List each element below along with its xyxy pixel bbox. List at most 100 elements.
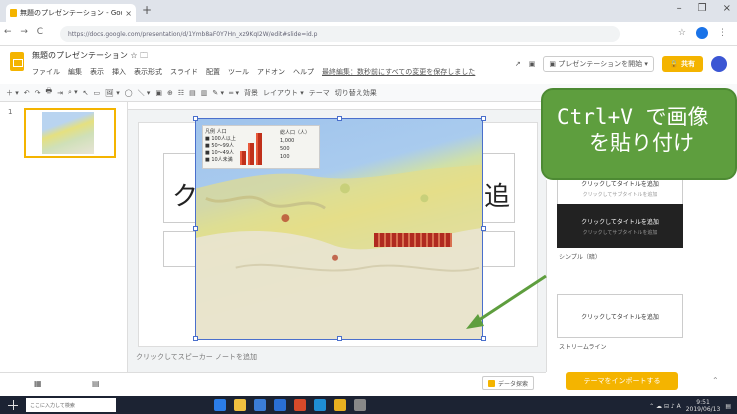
- toolbar-button[interactable]: 背景: [244, 88, 258, 98]
- maximize-button[interactable]: ❐: [698, 3, 707, 14]
- pasted-map-image[interactable]: 凡例 人口 ■ 100人以上 ■ 50～99人 ■ 10～49人 ■ 10人未満…: [195, 118, 483, 340]
- toolbar-button[interactable]: ▣: [155, 89, 162, 97]
- legend-scale-label: 1,000: [280, 138, 295, 144]
- grid-view-icon[interactable]: ▦: [34, 379, 42, 388]
- legend-scale-label: 100: [280, 154, 290, 160]
- theme-card[interactable]: クリックしてタイトルを追加: [557, 294, 683, 338]
- title-glyph-right: 追: [484, 182, 511, 212]
- notification-icon[interactable]: ▤: [725, 403, 731, 410]
- callout-line-2: を貼り付け: [589, 131, 694, 155]
- toolbar-button[interactable]: ═ ▾: [229, 89, 239, 97]
- toolbar-button[interactable]: ＋ ▾: [6, 88, 19, 98]
- taskbar-search-input[interactable]: ここに入力して検索: [26, 398, 116, 412]
- bookmark-star-icon[interactable]: ☆: [678, 28, 686, 38]
- close-window-button[interactable]: ×: [723, 3, 731, 14]
- slide-number: 1: [8, 108, 13, 116]
- menu-item[interactable]: ツール: [228, 67, 249, 77]
- menu-item[interactable]: ヘルプ: [293, 67, 314, 77]
- office-icon[interactable]: [294, 399, 306, 411]
- address-bar-row: ← → C https://docs.google.com/presentati…: [0, 22, 737, 46]
- menu-item[interactable]: 表示形式: [134, 67, 162, 77]
- toolbar-button[interactable]: 🖶: [46, 87, 53, 98]
- toolbar-button[interactable]: ⌕ ▾: [68, 88, 78, 97]
- toolbar-button[interactable]: レイアウト ▾: [263, 88, 304, 98]
- resize-handle[interactable]: [337, 116, 342, 121]
- toolbar-button[interactable]: ✎ ▾: [212, 89, 224, 97]
- new-tab-button[interactable]: +: [142, 3, 152, 17]
- menu-item[interactable]: 挿入: [112, 67, 126, 77]
- theme-card[interactable]: クリックしてタイトルを追加 クリックしてサブタイトルを追加: [557, 204, 683, 248]
- toolbar-button[interactable]: ↷: [35, 89, 41, 97]
- legend-scale-label: 500: [280, 146, 290, 152]
- menu-item[interactable]: スライド: [170, 67, 198, 77]
- toolbar-button[interactable]: ☷: [178, 89, 184, 97]
- browser-tab[interactable]: 無題のプレゼンテーション - Google ス ×: [6, 4, 136, 22]
- minimize-button[interactable]: –: [677, 3, 682, 14]
- themes-panel: クリックしてタイトルを追加クリックしてサブタイトルを追加シンプル（明）クリックし…: [546, 166, 737, 372]
- scroll-up-icon[interactable]: ⌃: [712, 376, 719, 385]
- slides-logo-icon[interactable]: [10, 52, 24, 71]
- explorer-icon[interactable]: [234, 399, 246, 411]
- resize-handle[interactable]: [337, 336, 342, 341]
- explore-button[interactable]: データ探索: [482, 376, 535, 390]
- resize-handle[interactable]: [193, 116, 198, 121]
- toolbar-button[interactable]: 切り替え効果: [335, 88, 377, 98]
- import-theme-button[interactable]: テーマをインポートする: [566, 372, 678, 390]
- toolbar-button[interactable]: テーマ: [309, 88, 330, 98]
- menu-bar: ファイル 編集 表示 挿入 表示形式 スライド 配置 ツール アドオン ヘルプ 最終編集：数秒前にす…: [32, 67, 475, 77]
- speaker-notes-placeholder[interactable]: クリックしてスピーカー ノートを追加: [136, 352, 257, 362]
- toolbar-button[interactable]: ↶: [24, 89, 30, 97]
- slides-header: 無題のプレゼンテーション ☆ 🗀 ファイル 編集 表示 挿入 表示形式 スライド 配置 ツール…: [0, 46, 737, 84]
- chrome-icon[interactable]: [334, 399, 346, 411]
- comments-icon[interactable]: ▣: [529, 60, 536, 68]
- menu-item[interactable]: アドオン: [257, 67, 285, 77]
- toolbar-button[interactable]: ◯: [125, 89, 133, 97]
- mail-icon[interactable]: [274, 399, 286, 411]
- profile-avatar[interactable]: [696, 27, 708, 39]
- tab-close-icon[interactable]: ×: [125, 9, 136, 18]
- app-icon[interactable]: [354, 399, 366, 411]
- document-title[interactable]: 無題のプレゼンテーション ☆ 🗀: [32, 50, 148, 64]
- toolbar-button[interactable]: ＼ ▾: [138, 88, 151, 98]
- activity-icon[interactable]: ↗: [515, 60, 521, 68]
- menu-item[interactable]: 配置: [206, 67, 220, 77]
- toolbar-button[interactable]: 🖼 ▾: [105, 89, 120, 97]
- windows-taskbar: ここに入力して検索 ⌃ ☁ ⊟ ♪ A 9:51 2019/06/13 ▤: [0, 396, 737, 414]
- menu-item[interactable]: 編集: [68, 67, 82, 77]
- url-field[interactable]: https://docs.google.com/presentation/d/1…: [60, 26, 620, 42]
- menu-item[interactable]: 表示: [90, 67, 104, 77]
- toolbar-button[interactable]: ⇥: [57, 89, 63, 97]
- toolbar-button[interactable]: ▤: [189, 89, 196, 97]
- filmstrip-view-icon[interactable]: ▤: [92, 379, 100, 388]
- clock[interactable]: 9:51 2019/06/13: [686, 399, 721, 413]
- resize-handle[interactable]: [481, 336, 486, 341]
- last-edit-link[interactable]: 最終編集：数秒前にすべての変更を保存しました: [322, 67, 475, 77]
- toolbar-button[interactable]: ▭: [94, 89, 101, 97]
- user-avatar[interactable]: [711, 56, 727, 72]
- toolbar-button[interactable]: ▥: [201, 89, 208, 97]
- legend-scale-label: 総人口（人）: [280, 130, 311, 136]
- share-button[interactable]: 🔒 共有: [661, 56, 703, 72]
- address-bar-actions: ☆ ⋮: [678, 27, 727, 39]
- store-icon[interactable]: [254, 399, 266, 411]
- resize-handle[interactable]: [481, 116, 486, 121]
- explore-label: データ探索: [498, 380, 529, 388]
- edge-icon[interactable]: [214, 399, 226, 411]
- toolbar-button[interactable]: ↖: [83, 89, 89, 97]
- browser-menu-icon[interactable]: ⋮: [718, 28, 727, 38]
- legend-bar: [240, 151, 246, 165]
- theme-card-title: クリックしてタイトルを追加: [581, 218, 659, 226]
- nav-buttons[interactable]: ← → C: [4, 27, 46, 37]
- resize-handle[interactable]: [481, 226, 486, 231]
- resize-handle[interactable]: [193, 336, 198, 341]
- resize-handle[interactable]: [193, 226, 198, 231]
- present-button[interactable]: ▣ プレゼンテーションを開始 ▾: [543, 56, 654, 72]
- windows-start-icon[interactable]: [8, 400, 18, 410]
- header-actions: ↗ ▣ ▣ プレゼンテーションを開始 ▾ 🔒 共有: [515, 56, 727, 72]
- toolbar-button[interactable]: ⊕: [167, 89, 173, 97]
- explore-icon: [488, 379, 495, 387]
- photos-icon[interactable]: [314, 399, 326, 411]
- menu-item[interactable]: ファイル: [32, 67, 60, 77]
- tray-icons[interactable]: ⌃ ☁ ⊟ ♪ A: [649, 403, 681, 410]
- slide-thumbnail[interactable]: [24, 108, 116, 158]
